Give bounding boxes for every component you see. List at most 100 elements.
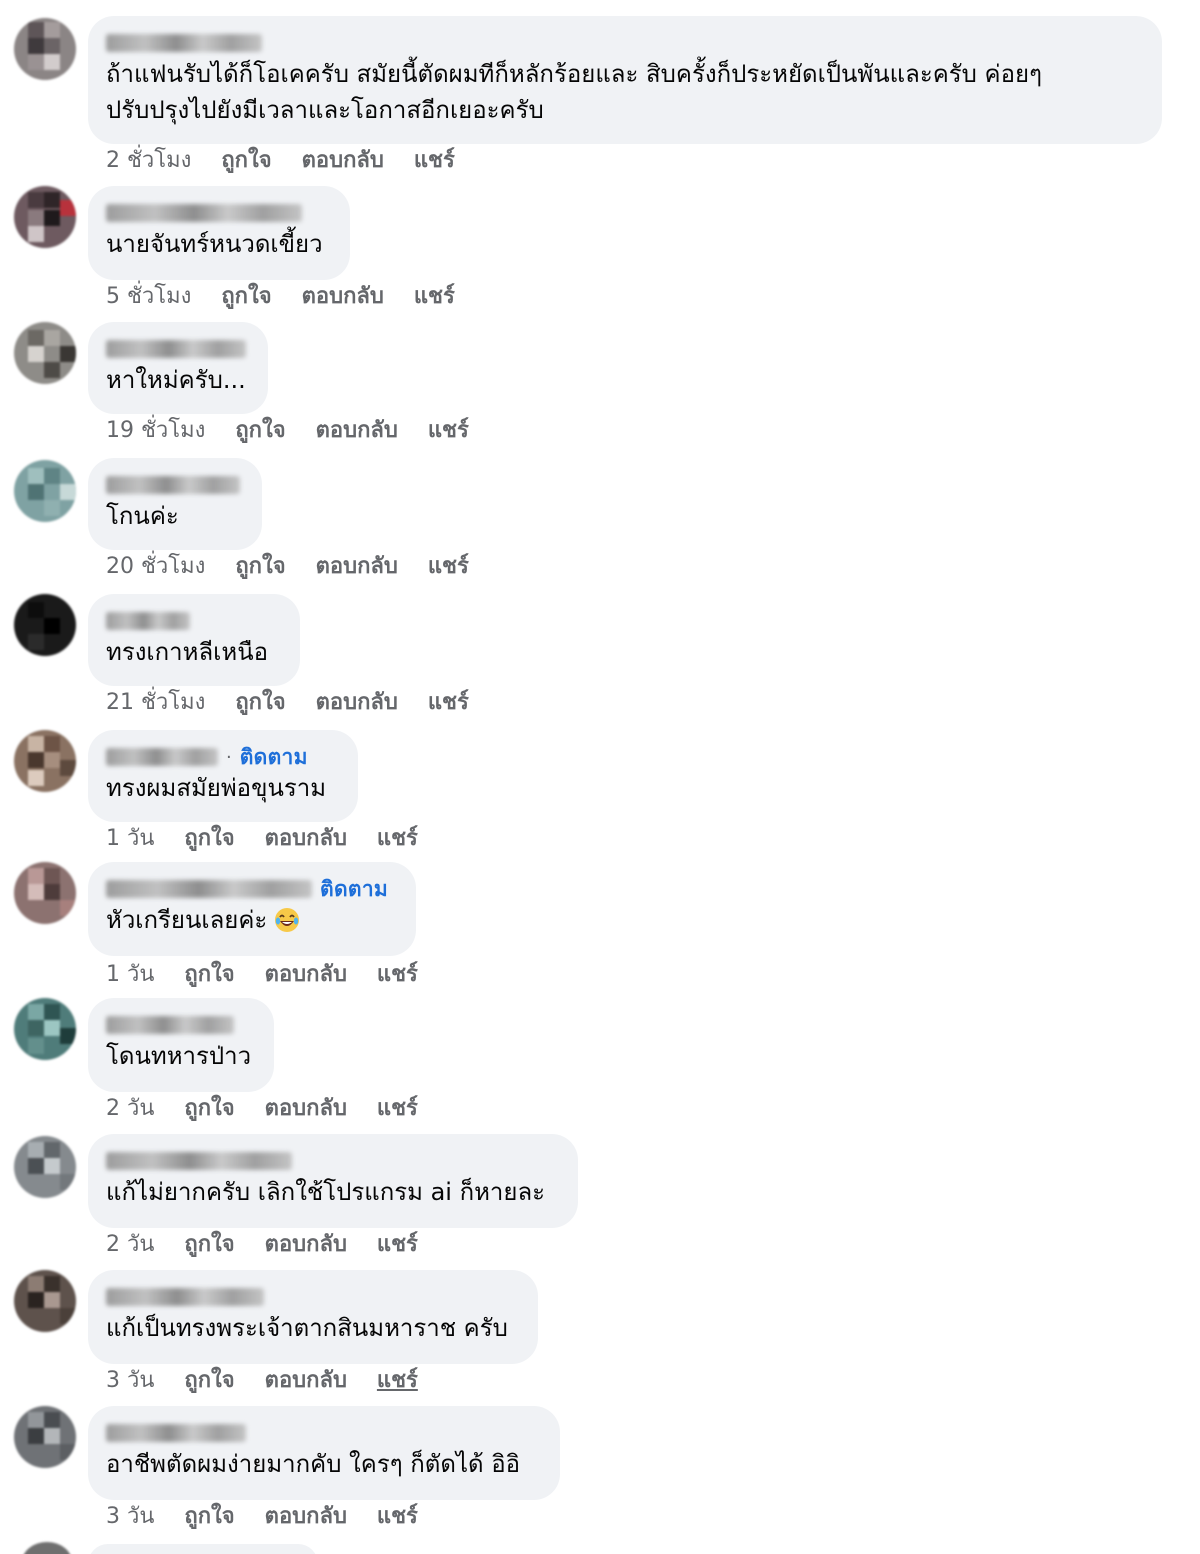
timestamp[interactable]: 20 ชั่วโมง [106, 552, 205, 582]
avatar[interactable] [14, 1270, 76, 1332]
comment-actions: 2 ชั่วโมง ถูกใจ ตอบกลับ แชร์ [106, 146, 455, 176]
author-name[interactable] [106, 34, 262, 52]
like-button[interactable]: ถูกใจ [184, 1230, 234, 1260]
avatar[interactable] [14, 1136, 76, 1198]
avatar[interactable] [22, 1542, 72, 1554]
share-button[interactable]: แชร์ [428, 688, 469, 718]
like-button[interactable]: ถูกใจ [235, 416, 285, 446]
timestamp[interactable]: 3 วัน [106, 1502, 154, 1532]
comment-text: หัวเกรียนเลยค่ะ [106, 902, 394, 938]
author-name[interactable] [106, 880, 312, 898]
like-button[interactable]: ถูกใจ [184, 824, 234, 854]
comment-actions: 2 วัน ถูกใจ ตอบกลับ แชร์ [106, 1094, 418, 1124]
avatar[interactable] [14, 730, 76, 792]
comment-bubble: แก้ไม่ยากครับ เลิกใช้โปรแกรม ai ก็หายละ [88, 1134, 578, 1228]
author-name[interactable] [106, 204, 302, 222]
comment-text: โดนทหารป่าว [106, 1042, 252, 1070]
comment-text: โกนค่ะ [106, 502, 179, 530]
avatar[interactable] [14, 998, 76, 1060]
like-button[interactable]: ถูกใจ [235, 552, 285, 582]
timestamp[interactable]: 19 ชั่วโมง [106, 416, 205, 446]
like-button[interactable]: ถูกใจ [221, 282, 271, 312]
share-button[interactable]: แชร์ [414, 146, 455, 176]
author-name[interactable] [106, 1424, 246, 1442]
timestamp[interactable]: 5 ชั่วโมง [106, 282, 191, 312]
avatar[interactable] [14, 322, 76, 384]
reply-button[interactable]: ตอบกลับ [265, 960, 347, 990]
comment-bubble: ถ้าแฟนรับได้ก็โอเคครับ สมัยนี้ตัดผมทีก็ห… [88, 16, 1162, 144]
comment-bubble: นายจันทร์หนวดเขี้ยว [88, 186, 350, 280]
comment-bubble: · ติดตาม ทรงผมสมัยพ่อขุนราม [88, 730, 358, 822]
comment-actions: 19 ชั่วโมง ถูกใจ ตอบกลับ แชร์ [106, 416, 469, 446]
reply-button[interactable]: ตอบกลับ [265, 1094, 347, 1124]
comment-actions: 2 วัน ถูกใจ ตอบกลับ แชร์ [106, 1230, 418, 1260]
like-button[interactable]: ถูกใจ [184, 960, 234, 990]
share-button[interactable]: แชร์ [428, 416, 469, 446]
like-button[interactable]: ถูกใจ [221, 146, 271, 176]
avatar[interactable] [14, 594, 76, 656]
reply-button[interactable]: ตอบกลับ [316, 416, 398, 446]
comment-bubble [88, 1544, 318, 1554]
comment-bubble: โกนค่ะ [88, 458, 262, 550]
like-button[interactable]: ถูกใจ [184, 1502, 234, 1532]
timestamp[interactable]: 1 วัน [106, 824, 154, 854]
like-button[interactable]: ถูกใจ [184, 1094, 234, 1124]
comment-actions: 21 ชั่วโมง ถูกใจ ตอบกลับ แชร์ [106, 688, 469, 718]
comment-actions: 20 ชั่วโมง ถูกใจ ตอบกลับ แชร์ [106, 552, 469, 582]
author-name[interactable] [106, 1016, 234, 1034]
reply-button[interactable]: ตอบกลับ [302, 282, 384, 312]
author-name[interactable] [106, 1288, 264, 1306]
comment-text: ทรงผมสมัยพ่อขุนราม [106, 774, 327, 802]
comment-text: ถ้าแฟนรับได้ก็โอเคครับ สมัยนี้ตัดผมทีก็ห… [106, 60, 1042, 124]
avatar[interactable] [14, 18, 76, 80]
comment-text: แก้ไม่ยากครับ เลิกใช้โปรแกรม ai ก็หายละ [106, 1178, 546, 1206]
laughing-tears-emoji [275, 908, 300, 932]
comment-text: ทรงเกาหลีเหนือ [106, 638, 269, 666]
timestamp[interactable]: 2 วัน [106, 1094, 154, 1124]
reply-button[interactable]: ตอบกลับ [316, 688, 398, 718]
reply-button[interactable]: ตอบกลับ [265, 1230, 347, 1260]
share-button[interactable]: แชร์ [377, 960, 418, 990]
follow-button[interactable]: ติดตาม [240, 741, 308, 774]
reply-button[interactable]: ตอบกลับ [265, 1366, 347, 1396]
comment-bubble: ติดตาม หัวเกรียนเลยค่ะ [88, 862, 416, 956]
reply-button[interactable]: ตอบกลับ [316, 552, 398, 582]
comment-actions: 1 วัน ถูกใจ ตอบกลับ แชร์ [106, 824, 418, 854]
timestamp[interactable]: 3 วัน [106, 1366, 154, 1396]
avatar[interactable] [14, 460, 76, 522]
avatar[interactable] [14, 186, 76, 248]
comment-text: แก้เป็นทรงพระเจ้าตากสินมหาราช ครับ [106, 1314, 508, 1342]
comment-text: อาชีพตัดผมง่ายมากคับ ใครๆ ก็ตัดได้ อิอิ [106, 1450, 521, 1478]
reply-button[interactable]: ตอบกลับ [265, 824, 347, 854]
share-button[interactable]: แชร์ [377, 824, 418, 854]
share-button[interactable]: แชร์ [377, 1094, 418, 1124]
timestamp[interactable]: 2 ชั่วโมง [106, 146, 191, 176]
share-button[interactable]: แชร์ [428, 552, 469, 582]
avatar[interactable] [14, 862, 76, 924]
timestamp[interactable]: 2 วัน [106, 1230, 154, 1260]
comment-actions: 5 ชั่วโมง ถูกใจ ตอบกลับ แชร์ [106, 282, 455, 312]
author-name[interactable] [106, 612, 190, 630]
comment-actions: 3 วัน ถูกใจ ตอบกลับ แชร์ [106, 1502, 418, 1532]
like-button[interactable]: ถูกใจ [184, 1366, 234, 1396]
comment-actions: 3 วัน ถูกใจ ตอบกลับ แชร์ [106, 1366, 418, 1396]
like-button[interactable]: ถูกใจ [235, 688, 285, 718]
share-button[interactable]: แชร์ [414, 282, 455, 312]
comment-actions: 1 วัน ถูกใจ ตอบกลับ แชร์ [106, 960, 418, 990]
timestamp[interactable]: 21 ชั่วโมง [106, 688, 205, 718]
share-button[interactable]: แชร์ [377, 1502, 418, 1532]
reply-button[interactable]: ตอบกลับ [302, 146, 384, 176]
share-button[interactable]: แชร์ [377, 1366, 418, 1396]
timestamp[interactable]: 1 วัน [106, 960, 154, 990]
avatar[interactable] [14, 1406, 76, 1468]
comment-bubble: หาใหม่ครับ... [88, 322, 268, 414]
comment-bubble: อาชีพตัดผมง่ายมากคับ ใครๆ ก็ตัดได้ อิอิ [88, 1406, 560, 1500]
author-name[interactable] [106, 340, 246, 358]
author-name[interactable] [106, 1152, 292, 1170]
reply-button[interactable]: ตอบกลับ [265, 1502, 347, 1532]
comment-list: ถ้าแฟนรับได้ก็โอเคครับ สมัยนี้ตัดผมทีก็ห… [0, 0, 1200, 1554]
share-button[interactable]: แชร์ [377, 1230, 418, 1260]
author-name[interactable] [106, 476, 240, 494]
follow-button[interactable]: ติดตาม [320, 873, 388, 906]
author-name[interactable] [106, 748, 218, 766]
